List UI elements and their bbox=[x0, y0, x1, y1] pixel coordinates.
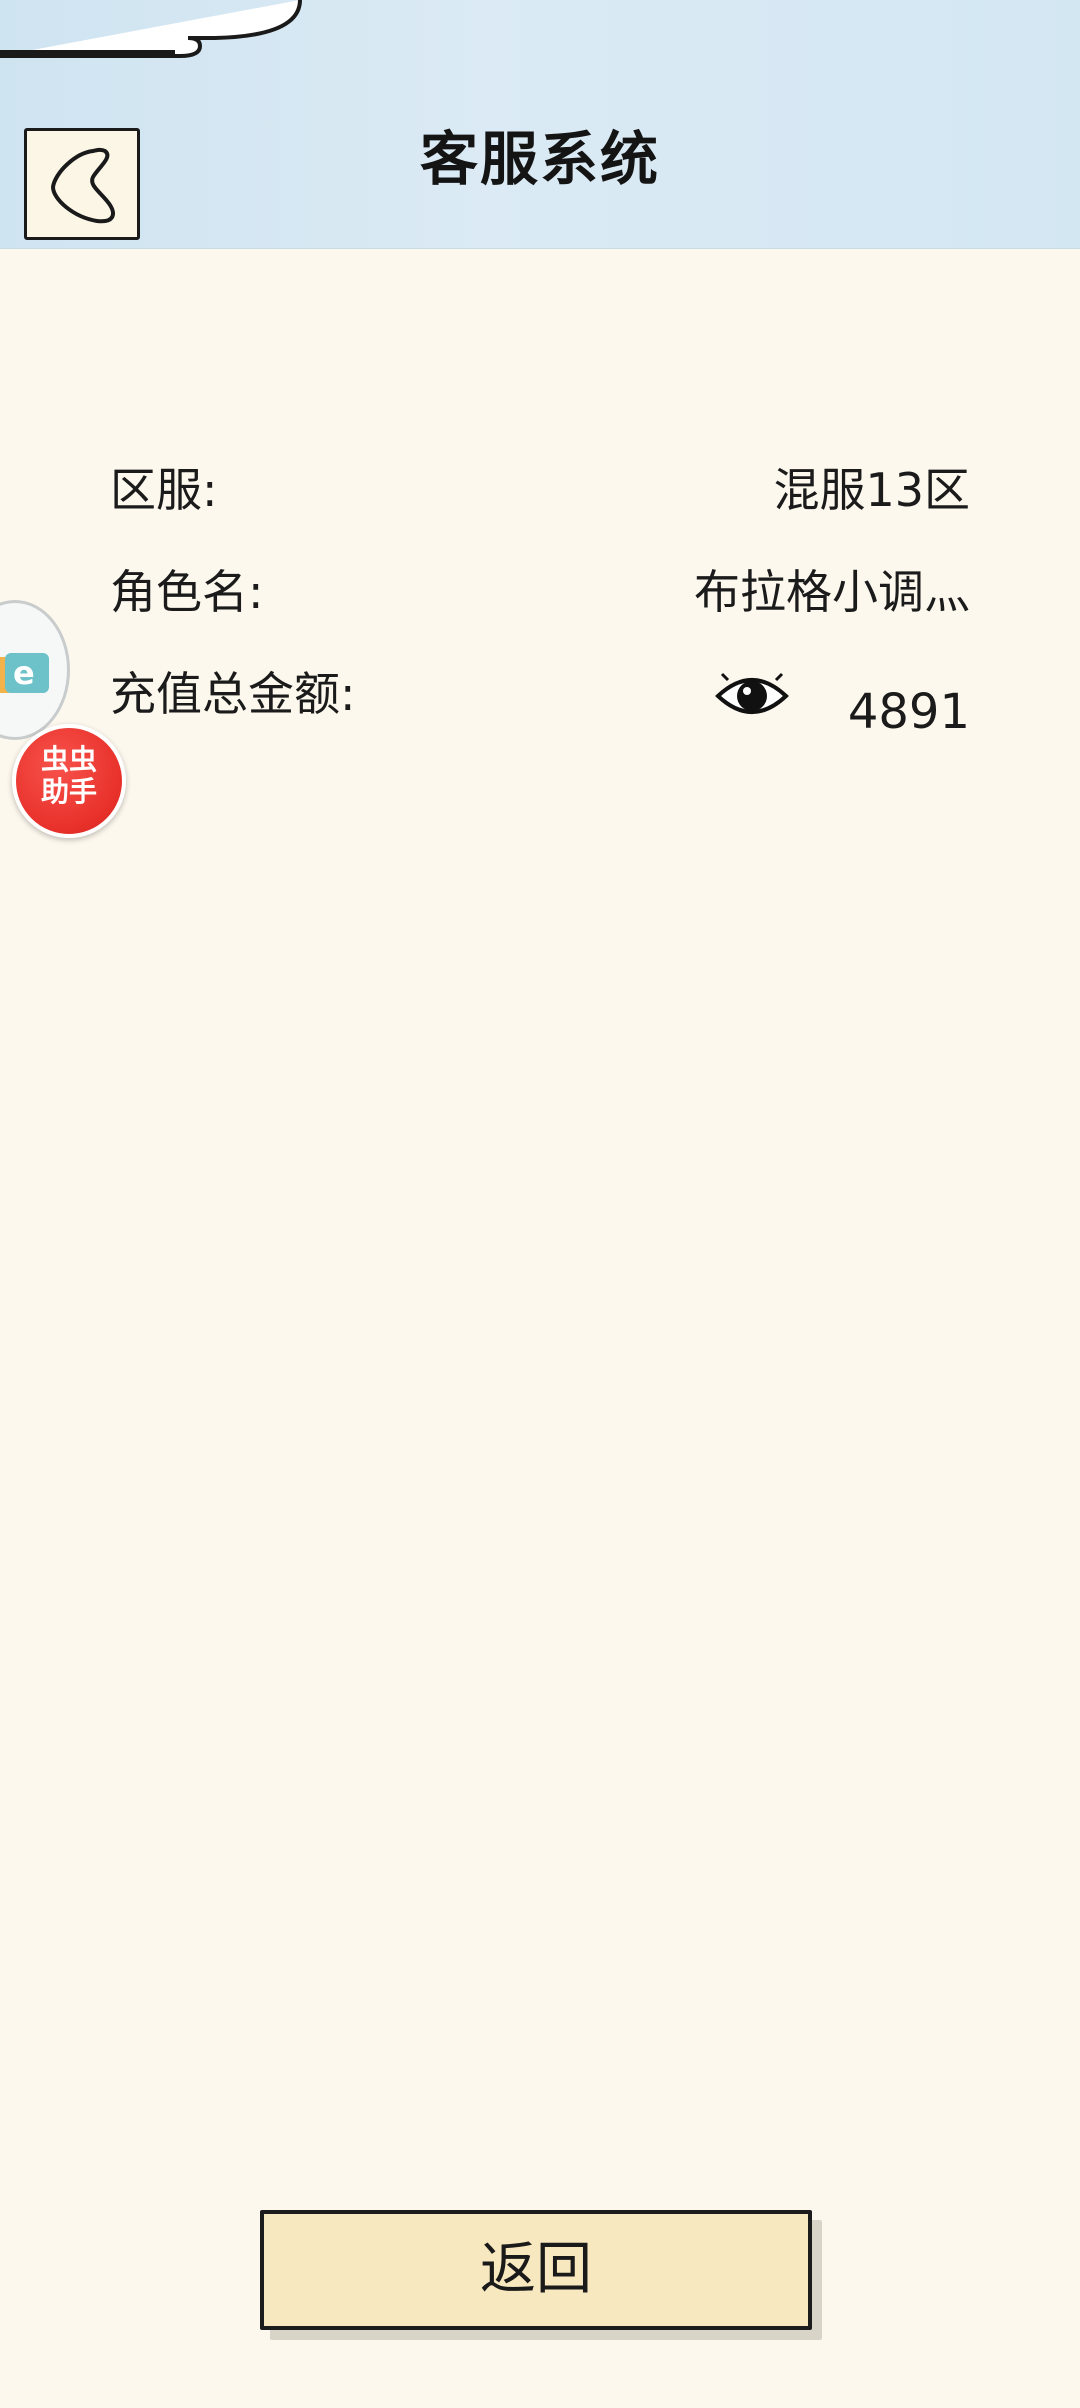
return-label: 返回 bbox=[480, 2237, 592, 2302]
recharge-label: 充值总金额: bbox=[110, 667, 356, 721]
helper-label-line2: 助手 bbox=[40, 775, 97, 808]
logo-letter: e bbox=[13, 654, 35, 692]
role-row: 角色名: 布拉格小调灬 bbox=[110, 552, 970, 632]
helper-label: 虫虫 助手 bbox=[16, 744, 122, 808]
page-title: 客服系统 bbox=[419, 125, 660, 193]
recharge-value: 4891 bbox=[847, 684, 970, 740]
cloud-decoration-icon bbox=[0, 0, 302, 58]
eye-icon[interactable] bbox=[714, 668, 790, 724]
server-value: 混服13区 bbox=[773, 463, 970, 517]
role-label: 角色名: bbox=[110, 565, 264, 619]
server-label: 区服: bbox=[110, 463, 218, 517]
recharge-row: 充值总金额: 4891 bbox=[110, 654, 970, 740]
role-value: 布拉格小调灬 bbox=[694, 565, 970, 619]
return-button[interactable]: 返回 bbox=[260, 2210, 812, 2330]
server-row: 区服: 混服13区 bbox=[110, 450, 970, 530]
helper-button[interactable]: 虫虫 助手 bbox=[12, 724, 126, 838]
header-bar: 客服系统 bbox=[0, 0, 1080, 249]
app-logo-icon[interactable]: e bbox=[0, 600, 70, 740]
helper-label-line1: 虫虫 bbox=[40, 743, 97, 776]
